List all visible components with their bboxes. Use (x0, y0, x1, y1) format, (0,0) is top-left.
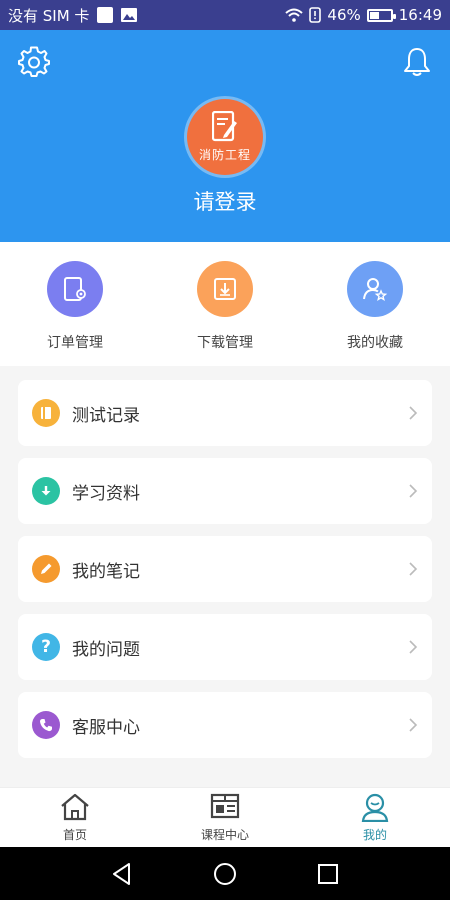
battery-percent: 46% (327, 6, 361, 24)
my-notes-item[interactable]: 我的笔记 (18, 536, 432, 602)
chevron-right-icon (409, 718, 418, 732)
order-icon (47, 261, 103, 317)
tab-label: 我的 (362, 828, 387, 842)
quick-label: 我的收藏 (347, 335, 403, 351)
status-bar: 没有 SIM 卡 46% 16:49 (0, 0, 450, 30)
chevron-right-icon (409, 640, 418, 654)
system-navigation-bar (0, 847, 450, 900)
my-favorites-button[interactable]: 我的收藏 (300, 242, 450, 366)
quick-label: 下载管理 (197, 335, 253, 351)
menu-label: 我的问题 (72, 639, 140, 660)
image-icon (121, 8, 138, 22)
book-icon (32, 399, 60, 427)
chevron-right-icon (409, 562, 418, 576)
tab-mine[interactable]: 我的 (300, 788, 450, 847)
bottom-tab-bar: 首页 课程中心 我的 (0, 787, 450, 847)
clock: 16:49 (398, 6, 442, 24)
my-questions-item[interactable]: ? 我的问题 (18, 614, 432, 680)
tab-home[interactable]: 首页 (0, 788, 150, 847)
gear-icon[interactable] (18, 46, 50, 78)
download-arrow-icon (32, 477, 60, 505)
pencil-icon (32, 555, 60, 583)
download-management-button[interactable]: 下载管理 (150, 242, 300, 366)
chevron-right-icon (409, 484, 418, 498)
alert-icon (309, 7, 322, 23)
tab-label: 课程中心 (200, 828, 249, 842)
favorite-icon (347, 261, 403, 317)
order-management-button[interactable]: 订单管理 (0, 242, 150, 366)
phone-icon (32, 711, 60, 739)
profile-header: 消防工程 请登录 (0, 30, 450, 242)
chevron-right-icon (409, 406, 418, 420)
notification-square-icon (97, 7, 114, 23)
study-materials-item[interactable]: 学习资料 (18, 458, 432, 524)
tab-course-center[interactable]: 课程中心 (150, 788, 300, 847)
test-records-item[interactable]: 测试记录 (18, 380, 432, 446)
menu-label: 测试记录 (72, 405, 140, 426)
menu-label: 我的笔记 (72, 561, 140, 582)
course-icon (210, 793, 240, 819)
quick-actions: 订单管理 下载管理 我的收藏 (0, 242, 450, 366)
wifi-icon (285, 8, 304, 22)
home-button-icon[interactable] (212, 861, 238, 887)
menu-label: 客服中心 (72, 717, 140, 738)
app-logo[interactable]: 消防工程 (187, 99, 263, 175)
recent-apps-icon[interactable] (315, 861, 341, 887)
question-icon: ? (32, 633, 60, 661)
bell-icon[interactable] (402, 46, 432, 78)
login-link[interactable]: 请登录 (0, 186, 450, 216)
customer-service-item[interactable]: 客服中心 (18, 692, 432, 758)
quick-label: 订单管理 (47, 335, 103, 351)
battery-icon (366, 8, 396, 22)
document-pencil-icon (212, 111, 237, 142)
tab-label: 首页 (62, 828, 87, 842)
download-icon (197, 261, 253, 317)
profile-icon (361, 793, 389, 822)
home-icon (61, 793, 89, 821)
menu-list: 测试记录 学习资料 我的笔记 ? 我的问题 客服中心 (18, 380, 432, 770)
menu-label: 学习资料 (72, 483, 140, 504)
carrier-text: 没有 SIM 卡 (8, 6, 90, 25)
logo-text: 消防工程 (198, 148, 251, 162)
back-icon[interactable] (109, 861, 135, 887)
